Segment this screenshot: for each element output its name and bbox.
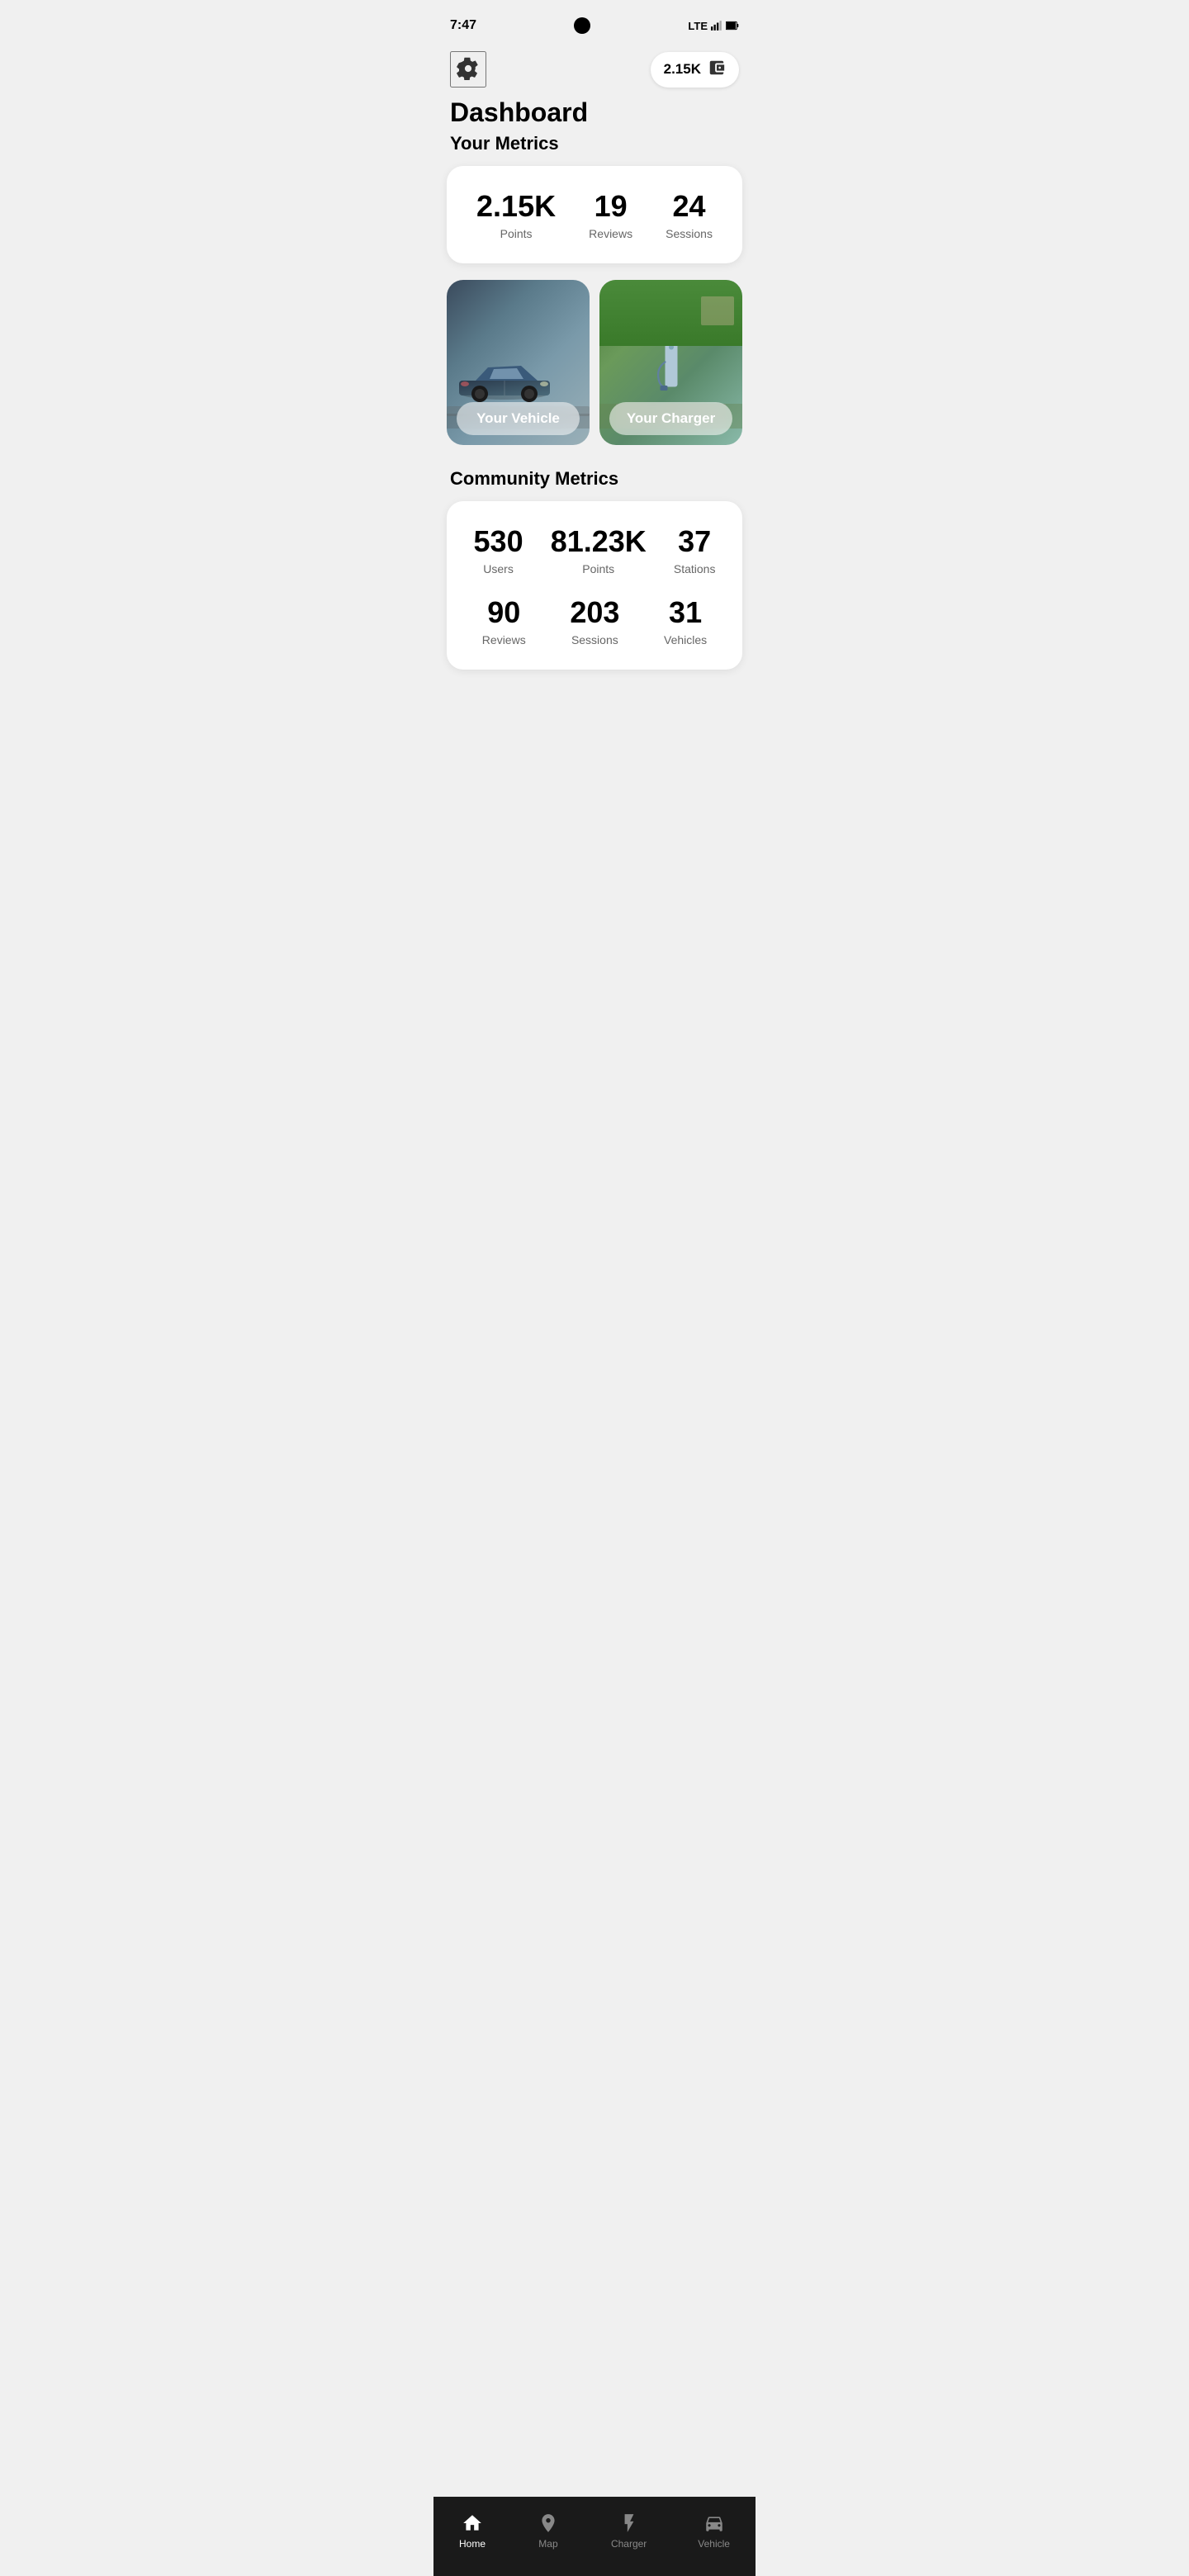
- status-bar: 7:47 LTE: [433, 0, 756, 41]
- community-reviews: 90 Reviews: [482, 595, 526, 646]
- community-vehicles-label: Vehicles: [664, 633, 707, 646]
- community-sessions-label: Sessions: [571, 633, 618, 646]
- page-title: Dashboard: [433, 97, 756, 133]
- community-reviews-value: 90: [487, 595, 520, 630]
- map-icon: [537, 2512, 560, 2535]
- points-label: Points: [500, 227, 533, 240]
- nav-map[interactable]: Map: [523, 2508, 573, 2553]
- community-users-value: 530: [474, 524, 523, 559]
- home-icon: [461, 2512, 484, 2535]
- community-stations-value: 37: [678, 524, 711, 559]
- car-illustration: [451, 356, 558, 405]
- metric-sessions: 24 Sessions: [666, 189, 713, 240]
- gear-icon: [457, 57, 480, 83]
- community-reviews-label: Reviews: [482, 633, 526, 646]
- community-row-1: 530 Users 81.23K Points 37 Stations: [460, 524, 729, 575]
- lte-label: LTE: [688, 20, 708, 32]
- charger-nav-label: Charger: [611, 2538, 647, 2550]
- nav-home[interactable]: Home: [446, 2508, 499, 2553]
- community-stations-label: Stations: [674, 562, 716, 575]
- community-vehicles: 31 Vehicles: [664, 595, 707, 646]
- bottom-nav: Home Map Charger Vehicle: [433, 2497, 756, 2576]
- sessions-label: Sessions: [666, 227, 713, 240]
- house-bg: [701, 296, 734, 325]
- community-metrics-title: Community Metrics: [433, 468, 756, 501]
- nav-vehicle[interactable]: Vehicle: [685, 2508, 743, 2553]
- community-users: 530 Users: [474, 524, 523, 575]
- community-metrics-card: 530 Users 81.23K Points 37 Stations 90 R…: [447, 501, 742, 670]
- vehicle-card-label: Your Vehicle: [476, 410, 560, 426]
- main-content: Dashboard Your Metrics 2.15K Points 19 R…: [433, 97, 756, 772]
- home-nav-label: Home: [459, 2538, 486, 2550]
- map-nav-label: Map: [538, 2538, 557, 2550]
- community-users-label: Users: [483, 562, 514, 575]
- vehicle-nav-icon: [703, 2512, 726, 2535]
- your-metrics-title: Your Metrics: [433, 133, 756, 166]
- charger-card-label: Your Charger: [627, 410, 715, 426]
- your-vehicle-card[interactable]: Your Vehicle: [447, 280, 590, 445]
- community-points-value: 81.23K: [551, 524, 647, 559]
- battery-icon: [726, 21, 739, 31]
- settings-button[interactable]: [450, 51, 486, 88]
- community-vehicles-value: 31: [669, 595, 702, 630]
- community-stations: 37 Stations: [674, 524, 716, 575]
- app-header: 2.15K: [433, 41, 756, 97]
- community-row-2: 90 Reviews 203 Sessions 31 Vehicles: [460, 595, 729, 646]
- metric-points: 2.15K Points: [476, 189, 556, 240]
- community-sessions-value: 203: [570, 595, 619, 630]
- charger-label-overlay: Your Charger: [609, 402, 732, 435]
- status-icons: LTE: [688, 20, 739, 32]
- vehicle-label-overlay: Your Vehicle: [457, 402, 580, 435]
- nav-charger[interactable]: Charger: [598, 2508, 660, 2553]
- status-time: 7:47: [450, 18, 476, 33]
- reviews-value: 19: [594, 189, 628, 224]
- wallet-icon: [708, 59, 726, 81]
- points-badge[interactable]: 2.15K: [651, 52, 739, 88]
- points-value: 2.15K: [476, 189, 556, 224]
- community-points-label: Points: [582, 562, 614, 575]
- reviews-label: Reviews: [589, 227, 632, 240]
- signal-icon: [711, 20, 722, 31]
- your-metrics-card: 2.15K Points 19 Reviews 24 Sessions: [447, 166, 742, 263]
- community-points: 81.23K Points: [551, 524, 647, 575]
- cards-row: Your Vehicle: [433, 280, 756, 468]
- charger-nav-icon: [618, 2512, 641, 2535]
- points-badge-value: 2.15K: [664, 61, 701, 78]
- sessions-value: 24: [673, 189, 706, 224]
- camera-notch: [574, 17, 590, 34]
- community-sessions: 203 Sessions: [570, 595, 619, 646]
- your-charger-card[interactable]: Your Charger: [599, 280, 742, 445]
- vehicle-nav-label: Vehicle: [698, 2538, 730, 2550]
- metric-reviews: 19 Reviews: [589, 189, 632, 240]
